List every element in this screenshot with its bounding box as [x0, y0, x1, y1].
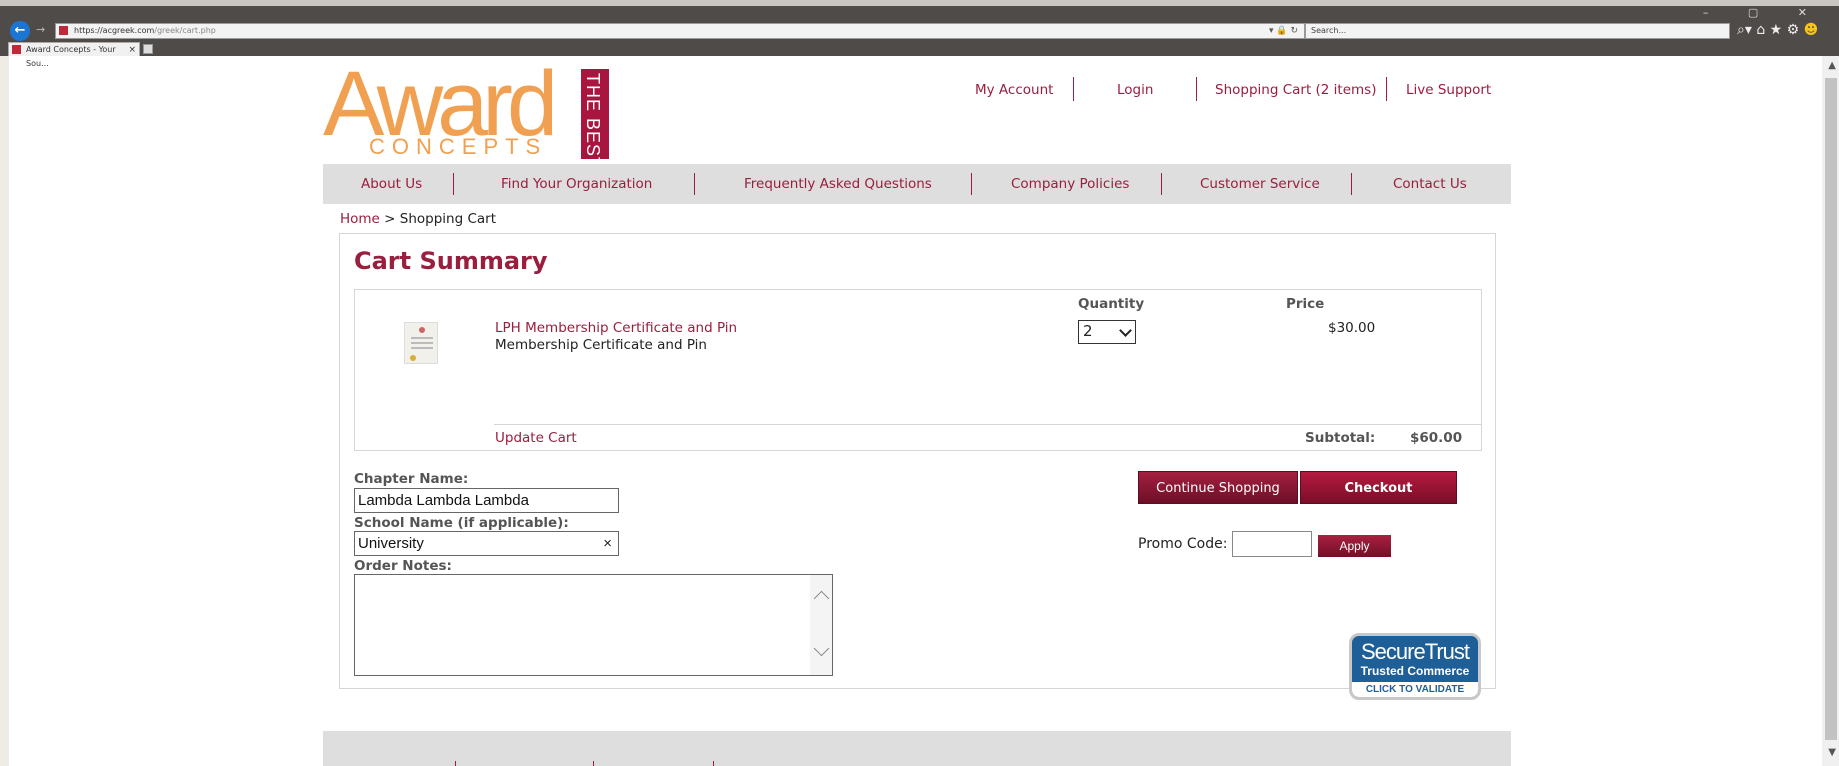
browser-search-input[interactable]: Search... — [1305, 23, 1730, 39]
quantity-value: 2 — [1083, 322, 1093, 340]
favicon-icon — [59, 26, 68, 35]
nav-about-us[interactable]: About Us — [361, 176, 422, 192]
item-price: $30.00 — [1328, 320, 1376, 336]
forward-button[interactable]: → — [36, 23, 45, 36]
divider — [694, 173, 695, 195]
nav-contact-us[interactable]: Contact Us — [1393, 176, 1467, 192]
tab-favicon-icon — [12, 45, 21, 54]
seal-icon — [419, 327, 425, 333]
tab-title: Award Concepts - Your Sou... — [26, 45, 116, 68]
chevron-down-icon — [1119, 324, 1132, 337]
window-controls[interactable]: – ▢ ✕ — [1703, 6, 1825, 19]
securetrust-badge[interactable]: SecureTrust Trusted Commerce CLICK TO VA… — [1349, 633, 1481, 700]
footer-bar — [323, 731, 1511, 766]
main-nav: About Us Find Your Organization Frequent… — [323, 164, 1511, 204]
text-line — [411, 337, 433, 339]
school-name-field[interactable]: University × — [354, 531, 619, 556]
shopping-cart-link[interactable]: Shopping Cart (2 items) — [1215, 82, 1376, 98]
badge-brand: SecureTrust — [1360, 639, 1470, 664]
scroll-down-icon[interactable]: ▼ — [1828, 747, 1836, 758]
text-line — [411, 347, 433, 349]
breadcrumb-home-link[interactable]: Home — [340, 211, 380, 227]
live-support-link[interactable]: Live Support — [1406, 82, 1491, 98]
product-name-link[interactable]: LPH Membership Certificate and Pin — [495, 320, 737, 336]
my-account-link[interactable]: My Account — [975, 82, 1053, 98]
page-title: Cart Summary — [354, 247, 548, 275]
address-bar[interactable]: https://acgreek.com/greek/cart.php ▾ 🔒 ↻ — [55, 23, 1305, 39]
divider — [453, 173, 454, 195]
breadcrumb: Home > Shopping Cart — [340, 211, 496, 227]
clear-icon[interactable]: × — [603, 532, 612, 555]
url-path: /greek/cart.php — [154, 26, 216, 35]
breadcrumb-current: Shopping Cart — [399, 211, 497, 227]
logo-badge: THE BEST — [581, 69, 609, 169]
divider — [1196, 77, 1197, 101]
product-thumbnail[interactable] — [404, 322, 438, 364]
text-line — [411, 342, 433, 344]
badge-validate: CLICK TO VALIDATE — [1352, 682, 1478, 697]
promo-code-input[interactable] — [1232, 531, 1312, 557]
quantity-header: Quantity — [1078, 296, 1145, 312]
divider — [455, 761, 456, 766]
login-link[interactable]: Login — [1117, 82, 1153, 98]
update-cart-link[interactable]: Update Cart — [495, 430, 577, 446]
tab-close-icon[interactable]: × — [128, 43, 136, 57]
site-logo[interactable]: Award CONCEPTS THE BEST — [323, 58, 615, 169]
nav-customer-service[interactable]: Customer Service — [1200, 176, 1320, 192]
new-tab-button[interactable] — [143, 44, 153, 54]
address-controls[interactable]: ▾ 🔒 ↻ — [1269, 24, 1298, 38]
gold-seal-icon — [410, 355, 416, 361]
divider — [1386, 77, 1387, 101]
url-host: https://acgreek.com — [74, 26, 155, 35]
divider — [1161, 173, 1162, 195]
price-header: Price — [1286, 296, 1325, 312]
divider — [494, 424, 1481, 425]
chapter-name-field[interactable]: Lambda Lambda Lambda — [354, 488, 619, 513]
divider — [713, 761, 714, 766]
cart-item-box — [354, 289, 1482, 451]
nav-company-policies[interactable]: Company Policies — [1011, 176, 1129, 192]
continue-shopping-button[interactable]: Continue Shopping — [1138, 471, 1298, 504]
logo-subtitle: CONCEPTS — [369, 134, 548, 159]
nav-find-organization[interactable]: Find Your Organization — [501, 176, 652, 192]
school-name-label: School Name (if applicable): — [354, 515, 569, 531]
browser-tab[interactable]: Award Concepts - Your Sou... × — [8, 42, 140, 68]
nav-faq[interactable]: Frequently Asked Questions — [744, 176, 932, 192]
order-notes-textarea[interactable] — [354, 574, 833, 676]
chapter-name-label: Chapter Name: — [354, 471, 469, 487]
promo-code-label: Promo Code: — [1138, 536, 1228, 552]
smiley-icon[interactable]: ☻ — [1804, 22, 1819, 38]
divider — [1351, 173, 1352, 195]
toolbar-icons[interactable]: ⌕▾ ⌂ ★ ⚙ ☻ — [1737, 22, 1818, 38]
subtotal-value: $60.00 — [1410, 430, 1463, 446]
breadcrumb-separator: > — [379, 211, 400, 227]
apply-button[interactable]: Apply — [1318, 535, 1391, 557]
toolbar-icons-text[interactable]: ⌕▾ ⌂ ★ ⚙ — [1737, 22, 1799, 38]
quantity-select[interactable]: 2 — [1078, 320, 1136, 344]
back-button[interactable]: ← — [10, 21, 30, 41]
divider — [971, 173, 972, 195]
divider — [593, 761, 594, 766]
order-notes-label: Order Notes: — [354, 558, 452, 574]
scrollbar-thumb[interactable] — [1825, 78, 1837, 740]
divider — [1073, 77, 1074, 101]
left-gutter — [0, 56, 9, 766]
checkout-button[interactable]: Checkout — [1300, 471, 1457, 504]
scroll-up-icon[interactable]: ▲ — [1828, 60, 1836, 71]
badge-tagline: Trusted Commerce — [1360, 664, 1470, 678]
product-description: Membership Certificate and Pin — [495, 337, 707, 353]
logo-badge-text: THE BEST — [583, 73, 603, 170]
school-name-value: University — [358, 535, 424, 552]
subtotal-label: Subtotal: — [1305, 430, 1376, 446]
